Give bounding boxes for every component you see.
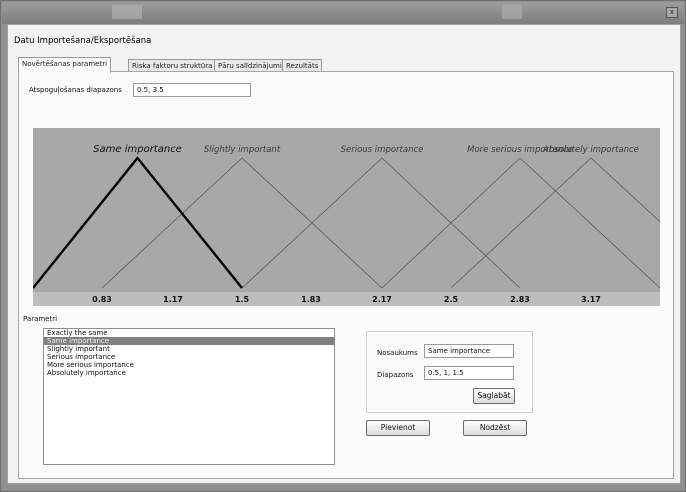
membership-function-chart: Same importance Slightly important Serious… bbox=[33, 128, 660, 306]
list-item[interactable]: More serious importance bbox=[44, 361, 334, 369]
window-title: Datu Importešana/Eksportēšana bbox=[14, 36, 152, 46]
tab-evaluation-parameters[interactable]: Novērtēšanas parametri bbox=[18, 57, 112, 73]
window-close-button[interactable]: x bbox=[666, 7, 678, 18]
tab-panel: Atspoguļošanas diapazons 0.5, 3.5 Same i… bbox=[18, 71, 674, 479]
series-label-serious-importance: Serious importance bbox=[341, 145, 424, 155]
title-bar-highlight bbox=[112, 5, 142, 19]
tick-label: 0.83 bbox=[92, 295, 112, 304]
tick-label: 2.5 bbox=[444, 295, 459, 304]
list-item[interactable]: Slightly important bbox=[44, 345, 334, 353]
chart-axis-strip bbox=[33, 292, 660, 306]
tick-label: 2.83 bbox=[510, 295, 530, 304]
save-button[interactable]: Saglabāt bbox=[473, 388, 515, 404]
os-title-bar: x bbox=[2, 2, 684, 24]
tick-label: 1.5 bbox=[235, 295, 250, 304]
display-range-input[interactable]: 0.5, 3.5 bbox=[133, 83, 251, 97]
series-label-slightly-important: Slightly important bbox=[204, 145, 281, 155]
series-label-same-importance: Same importance bbox=[93, 144, 182, 155]
tick-label: 1.83 bbox=[301, 295, 321, 304]
parameters-label: Parametri bbox=[23, 315, 58, 323]
delete-button[interactable]: Nodzēst bbox=[463, 420, 527, 436]
screen-frame: x Datu Importešana/Eksportēšana Novērtēš… bbox=[0, 0, 686, 492]
list-item[interactable]: Exactly the same bbox=[44, 329, 334, 337]
range-input[interactable]: 0.5, 1, 1.5 bbox=[424, 366, 514, 380]
tick-label: 2.17 bbox=[372, 295, 392, 304]
title-bar-highlight-right bbox=[502, 5, 522, 19]
add-button[interactable]: Pievienot bbox=[366, 420, 430, 436]
application-window: Datu Importešana/Eksportēšana Novērtēšan… bbox=[7, 24, 681, 484]
details-group: Nosaukums Same importance Diapazons 0.5,… bbox=[366, 331, 533, 413]
list-item[interactable]: Absolutely importance bbox=[44, 369, 334, 377]
list-item-selected[interactable]: Same importance bbox=[44, 337, 334, 345]
series-label-absolutely-importance: Absolutely importance bbox=[542, 145, 639, 155]
list-item[interactable]: Serious importance bbox=[44, 353, 334, 361]
name-label: Nosaukums bbox=[377, 349, 418, 357]
display-range-label: Atspoguļošanas diapazons bbox=[29, 86, 122, 94]
range-label: Diapazons bbox=[377, 371, 414, 379]
tick-label: 1.17 bbox=[163, 295, 183, 304]
name-input[interactable]: Same importance bbox=[424, 344, 514, 358]
parameters-listbox[interactable]: Exactly the same Same importance Slightl… bbox=[43, 328, 335, 465]
tick-label: 3.17 bbox=[581, 295, 601, 304]
